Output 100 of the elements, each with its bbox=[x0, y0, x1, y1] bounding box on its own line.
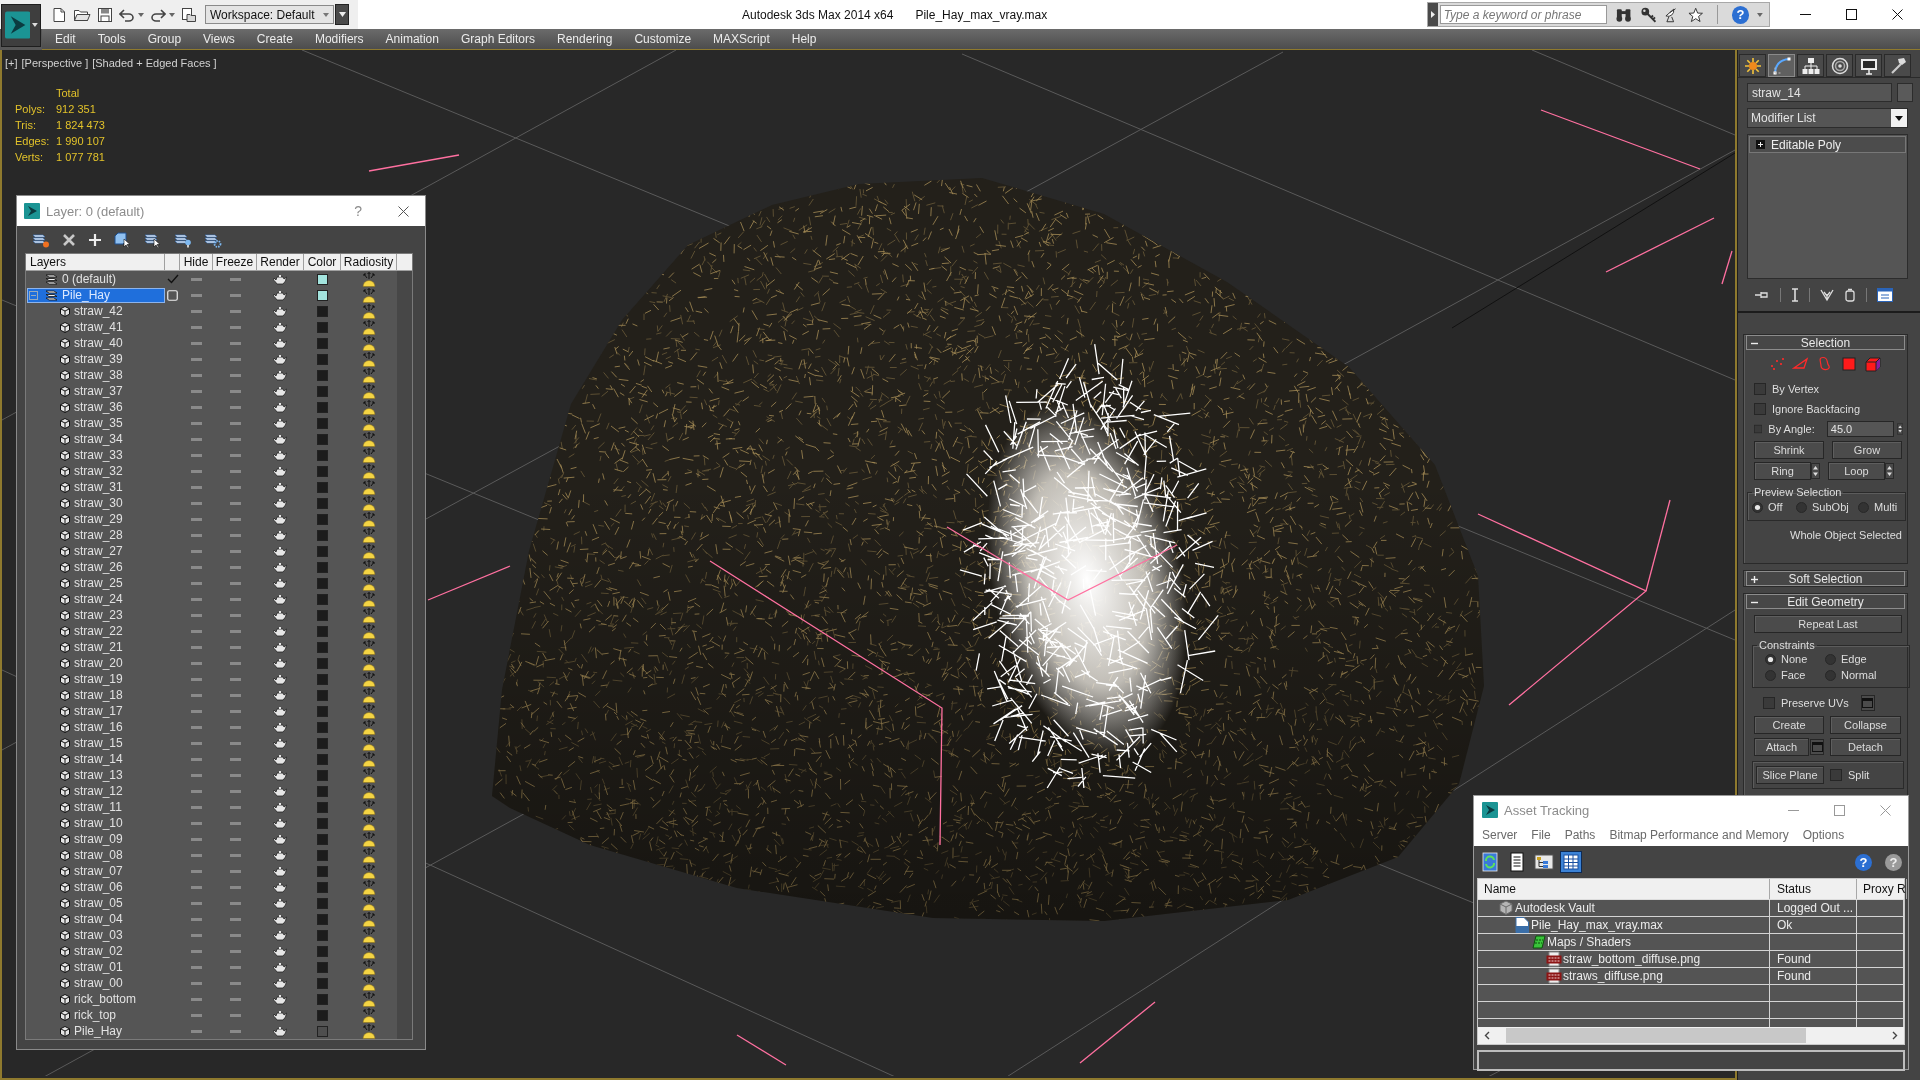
menu-item[interactable]: Group bbox=[136, 32, 193, 46]
caret-icon[interactable] bbox=[138, 12, 144, 17]
swatch-icon[interactable] bbox=[317, 1009, 328, 1021]
dash-icon[interactable] bbox=[229, 389, 241, 393]
column-header[interactable]: Proxy R bbox=[1857, 879, 1907, 899]
dash-icon[interactable] bbox=[229, 277, 241, 281]
radiosity-icon[interactable] bbox=[361, 767, 377, 783]
dash-icon[interactable] bbox=[191, 869, 202, 873]
panel-button[interactable]: Collapse bbox=[1830, 716, 1901, 734]
panel-button[interactable]: Create bbox=[1754, 716, 1824, 734]
key-icon[interactable] bbox=[1640, 6, 1657, 23]
close-icon[interactable] bbox=[398, 205, 409, 217]
caret-icon[interactable] bbox=[1757, 12, 1764, 17]
tree-item[interactable]: Pile_Hay_max_vray.max bbox=[1514, 917, 1663, 933]
panel-button[interactable]: Grow bbox=[1832, 441, 1902, 459]
dash-icon[interactable] bbox=[191, 549, 202, 553]
swatch-icon[interactable] bbox=[317, 881, 328, 893]
swatch-icon[interactable] bbox=[317, 401, 328, 413]
rollout-header[interactable]: Selection bbox=[1746, 335, 1905, 350]
dash-icon[interactable] bbox=[229, 677, 241, 681]
teapot-icon[interactable] bbox=[273, 657, 288, 669]
menu-item[interactable]: Customize bbox=[623, 32, 703, 46]
layer-list-item[interactable]: straw_00 bbox=[60, 975, 123, 991]
teapot-icon[interactable] bbox=[273, 785, 288, 797]
tree-item[interactable]: straws_diffuse.png bbox=[1546, 968, 1663, 984]
layer-list-item[interactable]: straw_17 bbox=[60, 703, 123, 719]
swatch-icon[interactable] bbox=[317, 817, 328, 829]
dash-icon[interactable] bbox=[229, 645, 241, 649]
dash-icon[interactable] bbox=[229, 821, 241, 825]
swatch-icon[interactable] bbox=[317, 945, 328, 957]
swatch-icon[interactable] bbox=[317, 721, 328, 733]
teapot-icon[interactable] bbox=[273, 1025, 288, 1037]
radiosity-icon[interactable] bbox=[361, 367, 377, 383]
dash-icon[interactable] bbox=[229, 453, 241, 457]
radiosity-icon[interactable] bbox=[361, 943, 377, 959]
stack-item[interactable]: Editable Poly bbox=[1749, 136, 1906, 153]
teapot-icon[interactable] bbox=[273, 1009, 288, 1021]
layer-list-item[interactable]: straw_05 bbox=[60, 895, 123, 911]
layer-list-item[interactable]: straw_29 bbox=[60, 511, 123, 527]
menu-item[interactable]: Server bbox=[1475, 828, 1525, 842]
radiosity-icon[interactable] bbox=[361, 927, 377, 943]
swatch-icon[interactable] bbox=[317, 657, 328, 669]
menu-item[interactable]: Modifiers bbox=[303, 32, 375, 46]
layer-list-item[interactable]: straw_22 bbox=[60, 623, 123, 639]
teapot-icon[interactable] bbox=[273, 673, 288, 685]
layer-list-item[interactable]: straw_09 bbox=[60, 831, 123, 847]
dash-icon[interactable] bbox=[191, 389, 202, 393]
plus-icon[interactable] bbox=[88, 232, 102, 247]
dash-icon[interactable] bbox=[229, 405, 241, 409]
swatch-icon[interactable] bbox=[317, 609, 328, 621]
teapot-icon[interactable] bbox=[273, 721, 288, 733]
dash-icon[interactable] bbox=[229, 549, 241, 553]
layer-list-item[interactable]: straw_25 bbox=[60, 575, 123, 591]
menu-item[interactable]: Create bbox=[245, 32, 304, 46]
dash-icon[interactable] bbox=[229, 789, 241, 793]
layer-list-item[interactable]: straw_24 bbox=[60, 591, 123, 607]
teapot-icon[interactable] bbox=[273, 737, 288, 749]
swatch-icon[interactable] bbox=[317, 977, 328, 989]
teapot-icon[interactable] bbox=[273, 465, 288, 477]
swatch-icon[interactable] bbox=[317, 929, 328, 941]
dash-icon[interactable] bbox=[191, 1013, 202, 1017]
tree-item[interactable]: Autodesk Vault bbox=[1498, 900, 1595, 916]
dash-icon[interactable] bbox=[229, 309, 241, 313]
teapot-icon[interactable] bbox=[273, 401, 288, 413]
teapot-icon[interactable] bbox=[273, 641, 288, 653]
radiosity-icon[interactable] bbox=[361, 783, 377, 799]
radiosity-icon[interactable] bbox=[361, 751, 377, 767]
teapot-icon[interactable] bbox=[273, 417, 288, 429]
layer-list-item[interactable]: straw_38 bbox=[60, 367, 123, 383]
radio-button[interactable] bbox=[1765, 653, 1776, 665]
swatch-icon[interactable] bbox=[317, 337, 328, 349]
swatch-icon[interactable] bbox=[317, 993, 328, 1005]
dash-icon[interactable] bbox=[229, 581, 241, 585]
dash-icon[interactable] bbox=[229, 517, 241, 521]
panel-button[interactable]: Repeat Last bbox=[1754, 615, 1902, 633]
panel-tab[interactable] bbox=[1855, 54, 1882, 77]
menu-item[interactable]: MAXScript bbox=[702, 32, 781, 46]
layer-list-item[interactable]: straw_10 bbox=[60, 815, 123, 831]
dash-icon[interactable] bbox=[229, 1029, 241, 1033]
fork-icon[interactable] bbox=[1820, 287, 1834, 302]
dash-icon[interactable] bbox=[229, 757, 241, 761]
radiosity-icon[interactable] bbox=[361, 623, 377, 639]
layer-list-item[interactable]: straw_36 bbox=[60, 399, 123, 415]
chevron-left-icon[interactable] bbox=[1484, 1031, 1490, 1040]
workspace-dropdown[interactable]: Workspace: Default bbox=[205, 5, 334, 24]
dash-icon[interactable] bbox=[229, 709, 241, 713]
menu-item[interactable]: Bitmap Performance and Memory bbox=[1602, 828, 1796, 842]
checkbox[interactable] bbox=[1763, 697, 1775, 709]
radiosity-icon[interactable] bbox=[361, 431, 377, 447]
dash-icon[interactable] bbox=[229, 437, 241, 441]
swatch-icon[interactable] bbox=[317, 913, 328, 925]
i-beam-icon[interactable] bbox=[1791, 287, 1799, 302]
swatch-icon[interactable] bbox=[317, 417, 328, 429]
layer-list-item[interactable]: straw_13 bbox=[60, 767, 123, 783]
teapot-icon[interactable] bbox=[273, 593, 288, 605]
dash-icon[interactable] bbox=[191, 837, 202, 841]
teapot-icon[interactable] bbox=[273, 897, 288, 909]
dash-icon[interactable] bbox=[191, 933, 202, 937]
radiosity-icon[interactable] bbox=[361, 335, 377, 351]
swatch-icon[interactable] bbox=[317, 833, 328, 845]
